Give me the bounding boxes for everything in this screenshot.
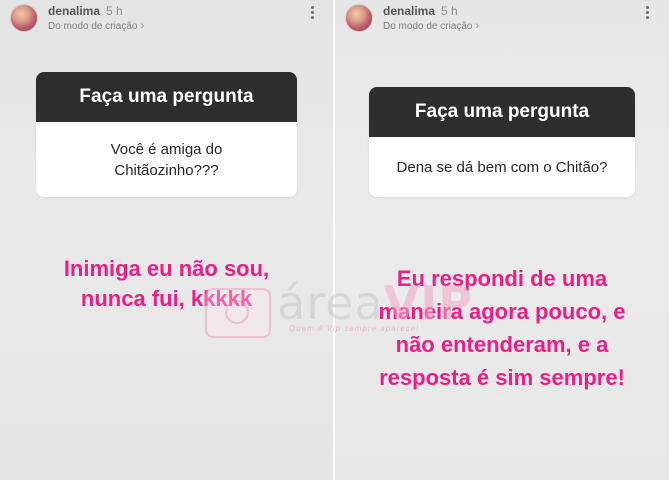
creation-mode-link[interactable]: Do modo de criação › <box>48 20 144 32</box>
more-options-icon[interactable] <box>309 6 315 19</box>
avatar[interactable] <box>345 4 373 32</box>
answer-line: resposta é sim sempre! <box>379 365 625 390</box>
question-sticker: Faça uma pergunta Dena se dá bem com o C… <box>369 87 635 197</box>
question-text: Dena se dá bem com o Chitão? <box>369 137 635 197</box>
answer-line: Inimiga eu não sou, <box>63 256 270 281</box>
answer-line: nunca fui, kkkkk <box>80 286 253 311</box>
chevron-right-icon: › <box>140 20 145 32</box>
question-sticker-title: Faça uma pergunta <box>36 72 297 122</box>
answer-line: não entenderam, e a <box>395 332 609 357</box>
creation-mode-label: Do modo de criação <box>48 21 138 32</box>
post-time: 5 h <box>106 4 123 18</box>
answer-line: Eu respondi de uma <box>396 266 608 291</box>
answer-text: Inimiga eu não sou, nunca fui, kkkkk <box>20 254 313 314</box>
question-text-value: Dena se dá bem com o Chitão? <box>396 158 608 176</box>
story-header: denalima 5 h Do modo de criação › <box>0 0 333 40</box>
more-options-icon[interactable] <box>644 6 650 19</box>
question-sticker: Faça uma pergunta Você é amiga do Chitão… <box>36 72 297 197</box>
creation-mode-link[interactable]: Do modo de criação › <box>383 20 479 32</box>
story-left: denalima 5 h Do modo de criação › Faça um… <box>0 0 333 480</box>
answer-line: maneira agora pouco, e <box>378 299 626 324</box>
chevron-right-icon: › <box>475 20 480 32</box>
username[interactable]: denalima <box>383 4 435 18</box>
story-header: denalima 5 h Do modo de criação › <box>335 0 669 40</box>
story-right: denalima 5 h Do modo de criação › Faça um… <box>335 0 669 480</box>
question-sticker-title: Faça uma pergunta <box>369 87 635 137</box>
question-text: Você é amiga do Chitãozinho??? <box>36 122 297 197</box>
creation-mode-label: Do modo de criação <box>383 21 473 32</box>
username[interactable]: denalima <box>48 4 100 18</box>
question-text-value: Você é amiga do Chitãozinho??? <box>110 140 223 179</box>
answer-text: Eu respondi de uma maneira agora pouco, … <box>343 262 661 394</box>
post-time: 5 h <box>441 4 458 18</box>
avatar[interactable] <box>10 4 38 32</box>
